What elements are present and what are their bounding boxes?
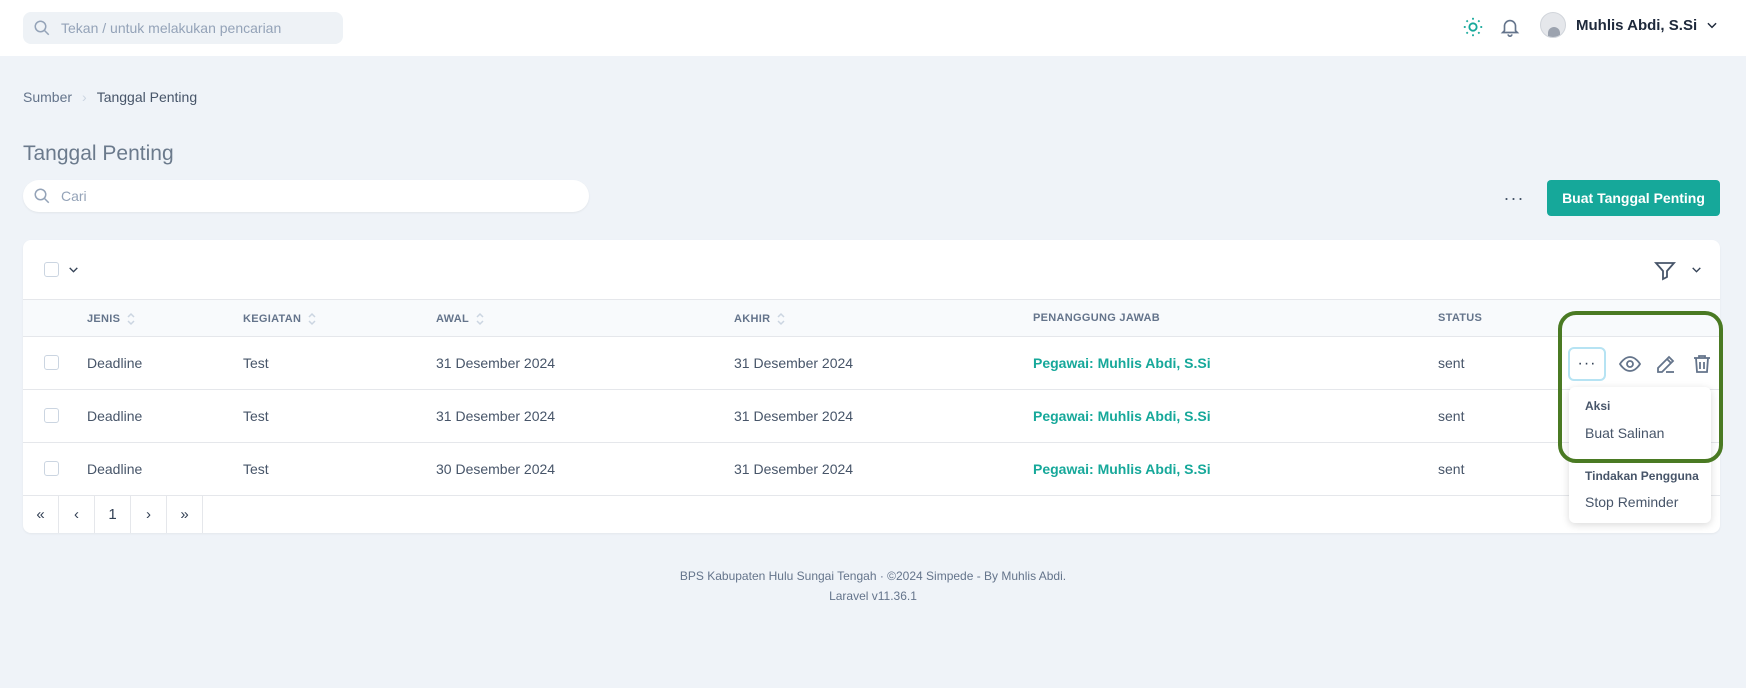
table-row[interactable]: Deadline Test 31 Desember 2024 31 Desemb…	[23, 337, 1720, 390]
breadcrumb-item-current: Tanggal Penting	[96, 89, 198, 105]
footer-credits: BPS Kabupaten Hulu Sungai Tengah · ©2024…	[679, 569, 1067, 583]
cell-awal: 30 Desember 2024	[436, 461, 556, 477]
cell-jenis: Deadline	[87, 461, 143, 477]
pagination-last-button[interactable]: »	[167, 496, 203, 533]
cell-kegiatan: Test	[243, 461, 269, 477]
cell-penanggung-jawab-link[interactable]: Pegawai: Muhlis Abdi, S.Si	[1033, 355, 1211, 371]
cell-kegiatan: Test	[243, 408, 269, 424]
edit-icon	[1657, 355, 1675, 373]
column-header-penanggung-jawab: PENANGGUNG JAWAB	[1033, 312, 1161, 324]
global-search-placeholder: Tekan / untuk melakukan pencarian	[61, 20, 282, 36]
sort-icon	[777, 312, 785, 326]
sort-icon	[308, 312, 316, 326]
cell-kegiatan: Test	[243, 355, 269, 371]
chevron-down-icon	[1707, 22, 1717, 29]
dropdown-heading-aksi: Aksi	[1585, 399, 1611, 413]
bell-icon	[1500, 19, 1520, 37]
global-search-input[interactable]: Tekan / untuk melakukan pencarian	[23, 12, 343, 44]
cell-status: sent	[1438, 355, 1465, 371]
search-icon	[34, 188, 50, 204]
sort-icon	[127, 312, 135, 326]
column-header-kegiatan[interactable]: KEGIATAN	[243, 312, 317, 326]
cell-awal: 31 Desember 2024	[436, 355, 556, 371]
table-row[interactable]: Deadline Test 30 Desember 2024 31 Desemb…	[23, 443, 1720, 496]
row-actions-dropdown: Aksi Buat Salinan Tindakan Pengguna Stop…	[1569, 387, 1711, 523]
row-more-actions-button[interactable]: ···	[1568, 347, 1606, 381]
edit-button[interactable]	[1654, 352, 1678, 376]
page-title: Tanggal Penting	[23, 142, 174, 165]
create-button[interactable]: Buat Tanggal Penting	[1547, 180, 1720, 216]
filter-icon[interactable]	[1653, 259, 1677, 283]
chevron-down-icon[interactable]	[67, 263, 80, 276]
cell-akhir: 31 Desember 2024	[734, 408, 854, 424]
pagination-page-1[interactable]: 1	[95, 496, 131, 533]
search-icon	[34, 20, 50, 36]
table-toolbar	[23, 240, 1720, 300]
resource-table-card: JENIS KEGIATAN AWAL AKHIR PENANGGUNG JAW…	[23, 240, 1720, 533]
table-header: JENIS KEGIATAN AWAL AKHIR PENANGGUNG JAW…	[23, 300, 1720, 337]
cell-akhir: 31 Desember 2024	[734, 461, 854, 477]
user-name: Muhlis Abdi, S.Si	[1576, 16, 1698, 34]
user-menu[interactable]: Muhlis Abdi, S.Si	[1540, 12, 1719, 38]
row-checkbox[interactable]	[44, 408, 59, 423]
row-checkbox[interactable]	[44, 355, 59, 370]
column-header-akhir[interactable]: AKHIR	[734, 312, 786, 326]
cell-akhir: 31 Desember 2024	[734, 355, 854, 371]
sort-icon	[476, 312, 484, 326]
avatar	[1540, 12, 1566, 38]
cell-status: sent	[1438, 461, 1465, 477]
cell-penanggung-jawab-link[interactable]: Pegawai: Muhlis Abdi, S.Si	[1033, 408, 1211, 424]
pagination: « ‹ 1 › »	[23, 496, 203, 533]
footer: BPS Kabupaten Hulu Sungai Tengah · ©2024…	[0, 566, 1746, 606]
trash-icon	[1694, 355, 1710, 373]
sun-icon	[1463, 17, 1483, 37]
delete-button[interactable]	[1690, 352, 1714, 376]
cell-jenis: Deadline	[87, 408, 143, 424]
cell-status: sent	[1438, 408, 1465, 424]
table-row[interactable]: Deadline Test 31 Desember 2024 31 Desemb…	[23, 390, 1720, 443]
breadcrumb-item-sumber[interactable]: Sumber	[23, 89, 72, 105]
pagination-prev-button[interactable]: ‹	[59, 496, 95, 533]
row-checkbox[interactable]	[44, 461, 59, 476]
eye-icon	[1618, 356, 1642, 372]
select-all-checkbox[interactable]	[44, 262, 59, 277]
view-button[interactable]	[1618, 352, 1642, 376]
pagination-next-button[interactable]: ›	[131, 496, 167, 533]
breadcrumb: Sumber › Tanggal Penting	[23, 89, 197, 105]
cell-jenis: Deadline	[87, 355, 143, 371]
top-bar: Tekan / untuk melakukan pencarian Muhlis…	[0, 0, 1746, 56]
cell-penanggung-jawab-link[interactable]: Pegawai: Muhlis Abdi, S.Si	[1033, 461, 1211, 477]
notifications-button[interactable]	[1499, 16, 1521, 38]
search-placeholder: Cari	[61, 188, 87, 204]
pagination-first-button[interactable]: «	[23, 496, 59, 533]
dropdown-item-buat-salinan[interactable]: Buat Salinan	[1585, 425, 1664, 441]
chevron-down-icon[interactable]	[1690, 263, 1703, 276]
theme-toggle-button[interactable]	[1462, 16, 1484, 38]
cell-awal: 31 Desember 2024	[436, 408, 556, 424]
search-input[interactable]: Cari	[23, 180, 589, 212]
column-header-jenis[interactable]: JENIS	[87, 312, 136, 326]
breadcrumb-separator-icon: ›	[82, 89, 87, 105]
dropdown-item-stop-reminder[interactable]: Stop Reminder	[1585, 494, 1678, 510]
column-header-awal[interactable]: AWAL	[436, 312, 485, 326]
row-actions: ···	[1568, 347, 1714, 381]
footer-version: Laravel v11.36.1	[829, 589, 917, 603]
more-actions-button[interactable]: ···	[1500, 186, 1528, 210]
column-header-status: STATUS	[1438, 312, 1483, 324]
dropdown-heading-tindakan-pengguna: Tindakan Pengguna	[1585, 469, 1699, 483]
